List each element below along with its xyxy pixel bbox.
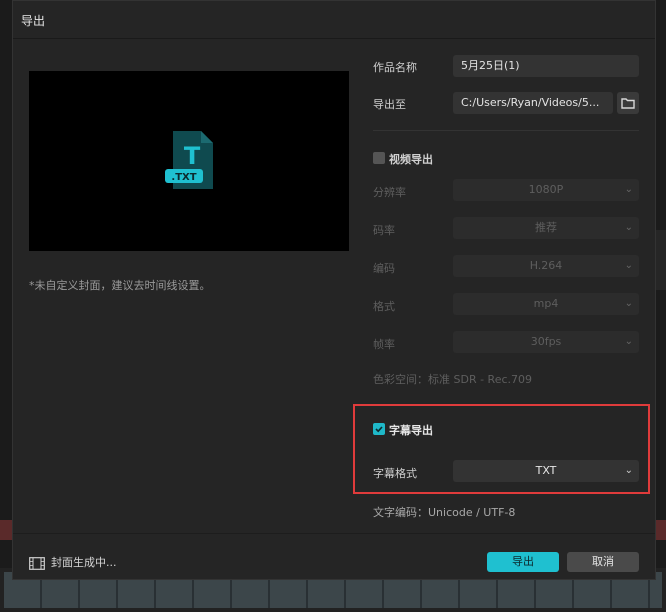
color-space-info: 色彩空间：标准 SDR - Rec.709 bbox=[373, 373, 533, 386]
dialog-header: 导出 bbox=[13, 1, 655, 39]
cover-generating-status: 封面生成中... bbox=[51, 556, 117, 569]
film-icon bbox=[29, 556, 45, 570]
preview-area: T .TXT bbox=[29, 71, 349, 251]
resolution-value: 1080P bbox=[528, 183, 564, 196]
framerate-select[interactable]: 30fps ⌄ bbox=[453, 331, 639, 353]
codec-select[interactable]: H.264 ⌄ bbox=[453, 255, 639, 277]
divider bbox=[373, 130, 639, 131]
name-input[interactable]: 5月25日(1) bbox=[453, 55, 639, 77]
chevron-down-icon: ⌄ bbox=[624, 298, 633, 309]
file-letter: T bbox=[184, 142, 201, 170]
name-label: 作品名称 bbox=[373, 61, 417, 74]
chevron-down-icon: ⌄ bbox=[624, 260, 633, 271]
bitrate-value: 推荐 bbox=[535, 221, 557, 234]
background-left-strip bbox=[0, 0, 12, 612]
bitrate-select[interactable]: 推荐 ⌄ bbox=[453, 217, 639, 239]
framerate-value: 30fps bbox=[530, 335, 562, 348]
video-export-checkbox[interactable] bbox=[373, 152, 385, 164]
background-clip bbox=[0, 520, 12, 540]
annotation-highlight bbox=[353, 404, 650, 494]
codec-value: H.264 bbox=[529, 259, 563, 272]
export-dialog: 导出 T .TXT *未自定义封面，建议去时间线设置。 作品名称 5月25日(1… bbox=[12, 0, 656, 580]
folder-icon bbox=[621, 98, 635, 109]
resolution-label: 分辨率 bbox=[373, 186, 406, 199]
footer-status: 封面生成中... bbox=[29, 554, 117, 570]
format-label: 格式 bbox=[373, 300, 395, 313]
text-encoding-info: 文字编码：Unicode / UTF-8 bbox=[373, 506, 516, 519]
cancel-button[interactable]: 取消 bbox=[567, 552, 639, 572]
chevron-down-icon: ⌄ bbox=[624, 184, 633, 195]
framerate-label: 帧率 bbox=[373, 338, 395, 351]
resolution-select[interactable]: 1080P ⌄ bbox=[453, 179, 639, 201]
codec-label: 编码 bbox=[373, 262, 395, 275]
format-value: mp4 bbox=[533, 297, 559, 310]
chevron-down-icon: ⌄ bbox=[624, 336, 633, 347]
bitrate-label: 码率 bbox=[373, 224, 395, 237]
background-panel bbox=[656, 230, 666, 290]
cover-note: *未自定义封面，建议去时间线设置。 bbox=[29, 279, 211, 292]
background-right-strip bbox=[656, 0, 666, 612]
dialog-title: 导出 bbox=[21, 14, 46, 28]
export-button[interactable]: 导出 bbox=[487, 552, 559, 572]
format-select[interactable]: mp4 ⌄ bbox=[453, 293, 639, 315]
footer-divider bbox=[13, 533, 655, 534]
export-to-label: 导出至 bbox=[373, 98, 406, 111]
txt-file-icon: T .TXT bbox=[165, 131, 213, 189]
export-path-input[interactable]: C:/Users/Ryan/Videos/5... bbox=[453, 92, 613, 114]
background-clip bbox=[656, 520, 666, 540]
video-export-title: 视频导出 bbox=[389, 153, 433, 166]
browse-folder-button[interactable] bbox=[617, 92, 639, 114]
chevron-down-icon: ⌄ bbox=[624, 222, 633, 233]
file-badge: .TXT bbox=[171, 172, 196, 183]
